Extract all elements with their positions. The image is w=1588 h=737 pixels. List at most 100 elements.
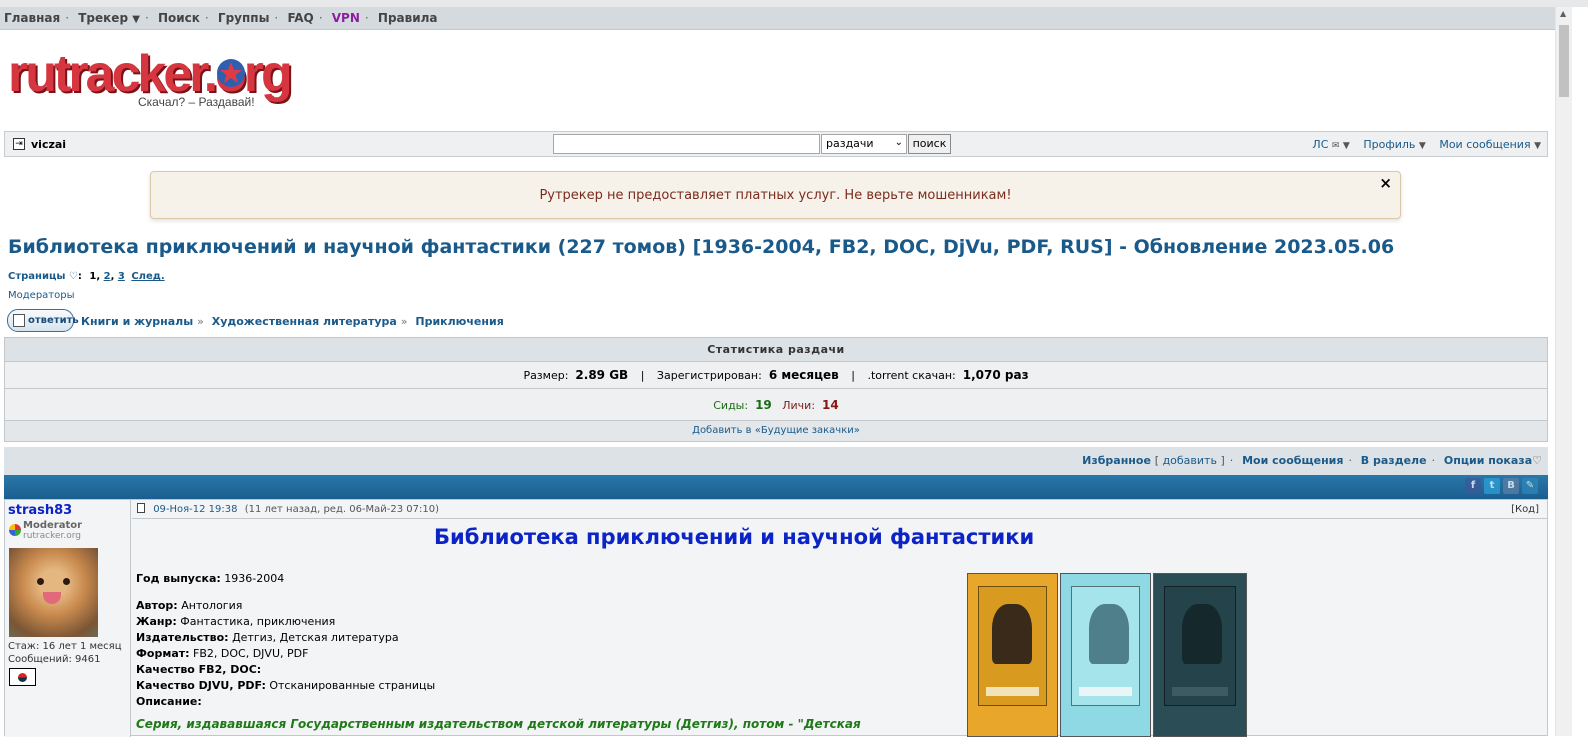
registered-value: 6 месяцев	[768, 368, 839, 382]
vk-icon[interactable]: В	[1503, 478, 1519, 494]
post-title: Библиотека приключений и научной фантаст…	[434, 525, 1035, 549]
post-edited: (11 лет назад, ред. 06-Май-23 07:10)	[244, 504, 440, 515]
logo-star-icon	[217, 59, 245, 87]
page-link-3[interactable]: 3	[118, 271, 125, 282]
caret-down-icon: ▼	[1342, 141, 1350, 151]
book-cover-1	[967, 573, 1058, 737]
topic-title[interactable]: Библиотека приключений и научной фантаст…	[8, 236, 1394, 258]
poster-rank-site: rutracker.org	[23, 531, 82, 541]
poster-stats: Стаж: 16 лет 1 месяц Сообщений: 9461	[8, 640, 122, 666]
stats-add-row: Добавить в «Будущие закачки»	[5, 421, 1547, 441]
scam-warning-alert: Рутрекер не предоставляет платных услуг.…	[150, 171, 1401, 219]
search-button[interactable]: поиск	[908, 134, 951, 154]
favorites-link[interactable]: Избранное	[1082, 454, 1151, 467]
country-flag-icon	[9, 668, 36, 686]
year-value: 1936-2004	[224, 572, 285, 585]
caret-down-icon: ▼	[132, 14, 140, 25]
breadcrumb-adventures[interactable]: Приключения	[415, 315, 503, 328]
nav-rules[interactable]: Правила	[378, 11, 438, 25]
livejournal-icon[interactable]: ✎	[1522, 478, 1538, 494]
heart-icon[interactable]: ♡	[69, 271, 78, 282]
twitter-icon[interactable]: t	[1484, 478, 1500, 494]
rank-icon	[9, 524, 21, 536]
search-scope-select[interactable]: раздачи ⌄	[821, 134, 907, 154]
seeds-value: 19	[755, 398, 772, 412]
book-cover-3	[1153, 573, 1247, 737]
stats-peers-row: Сиды: 19 Личи: 14	[5, 389, 1547, 421]
my-posts-topic-link[interactable]: Мои сообщения	[1242, 454, 1343, 467]
in-section-link[interactable]: В разделе	[1361, 454, 1427, 467]
pages-label: Страницы	[8, 271, 66, 282]
top-navigation: Главная · Трекер ▼ · Поиск · Группы · FAQ · V…	[0, 7, 1560, 30]
add-favorite-link[interactable]: добавить	[1163, 454, 1217, 467]
book-covers-image	[967, 573, 1249, 737]
code-link[interactable]: [Код]	[1511, 500, 1539, 519]
close-icon[interactable]: ×	[1379, 172, 1392, 194]
release-fields: Год выпуска: 1936-2004 Автор: Антология …	[136, 572, 436, 708]
username[interactable]: viczai	[31, 138, 66, 151]
author-value: Антология	[181, 599, 243, 612]
description-text: Серия, издававшаяся Государственным изда…	[136, 717, 861, 731]
publisher-value: Детгиз, Детская литература	[232, 631, 399, 644]
post-header-band: f t В ✎	[4, 475, 1548, 499]
poster-tenure: Стаж: 16 лет 1 месяц	[8, 641, 122, 652]
post-icon	[137, 503, 145, 513]
poster-username[interactable]: strash83	[8, 503, 72, 518]
chevron-down-icon: ⌄	[894, 137, 903, 148]
leech-value: 14	[822, 398, 839, 412]
envelope-icon: ✉	[1331, 141, 1340, 151]
nav-faq[interactable]: FAQ	[287, 11, 313, 25]
next-page-link[interactable]: След.	[131, 271, 164, 282]
user-menu: ЛС ✉ ▼ Профиль ▼ Мои сообщения ▼	[1302, 138, 1541, 151]
post-meta-line: 09-Ноя-12 19:38 (11 лет назад, ред. 06-М…	[132, 500, 1547, 519]
page-link-2[interactable]: 2	[104, 271, 111, 282]
pagination: Страницы ♡: 1, 2, 3 След.	[8, 271, 165, 282]
nav-groups[interactable]: Группы	[218, 11, 270, 25]
topic-post: strash83 Moderator rutracker.org Стаж: 1…	[4, 499, 1548, 737]
moderators-link[interactable]: Модераторы	[8, 290, 74, 301]
breadcrumb-books[interactable]: Книги и журналы	[81, 315, 193, 328]
poster-info: strash83 Moderator rutracker.org Стаж: 1…	[5, 500, 131, 737]
torrent-stats: Статистика раздачи Размер: 2.89 GB | Зар…	[4, 337, 1548, 442]
display-options-link[interactable]: Опции показа♡	[1444, 454, 1542, 467]
caret-down-icon: ▼	[1418, 141, 1426, 151]
scroll-up-arrow-icon[interactable]: ▲	[1560, 9, 1566, 18]
nav-home[interactable]: Главная	[4, 11, 60, 25]
pm-link[interactable]: ЛС ✉ ▼	[1312, 138, 1349, 151]
downloaded-value: 1,070 раз	[962, 368, 1029, 382]
my-posts-link[interactable]: Мои сообщения ▼	[1439, 138, 1541, 151]
avatar	[9, 548, 98, 637]
size-value: 2.89 GB	[575, 368, 629, 382]
reply-button[interactable]: ответить	[7, 309, 79, 332]
description-label: Описание:	[136, 695, 202, 708]
current-page: 1	[89, 271, 97, 282]
caret-down-icon: ▼	[1534, 141, 1541, 151]
nav-tracker[interactable]: Трекер ▼	[78, 11, 140, 25]
book-cover-2	[1060, 573, 1151, 737]
genre-value: Фантастика, приключения	[180, 615, 336, 628]
post-body: 09-Ноя-12 19:38 (11 лет назад, ред. 06-М…	[132, 500, 1547, 737]
profile-link[interactable]: Профиль ▼	[1363, 138, 1425, 151]
stats-title: Статистика раздачи	[5, 338, 1547, 362]
search-input[interactable]	[553, 134, 820, 154]
nav-vpn[interactable]: VPN	[332, 11, 360, 25]
post-date-link[interactable]: 09-Ноя-12 19:38	[153, 504, 237, 515]
nav-search[interactable]: Поиск	[158, 11, 200, 25]
heart-icon: ♡	[1532, 454, 1542, 467]
logout-icon[interactable]: ⇥	[13, 138, 25, 150]
topic-actions-bar: Избранное [ добавить ] · Мои сообщения · В…	[4, 447, 1548, 475]
logo-tagline: Скачал? – Раздавай!	[138, 95, 255, 109]
poster-rank: Moderator	[23, 520, 83, 531]
breadcrumb: Книги и журналы» Художественная литерату…	[81, 315, 504, 328]
site-logo[interactable]: rutracker.org Скачал? – Раздавай!	[8, 44, 298, 114]
user-bar: ⇥ viczai раздачи ⌄ поиск ЛС ✉ ▼ Профиль …	[4, 131, 1548, 157]
format-value: FB2, DOC, DJVU, PDF	[193, 647, 309, 660]
add-future-downloads-link[interactable]: Добавить в «Будущие закачки»	[692, 425, 860, 436]
top-strip	[0, 0, 1588, 7]
reply-icon	[13, 314, 25, 327]
quality-djvu-value: Отсканированные страницы	[269, 679, 436, 692]
scroll-thumb[interactable]	[1559, 25, 1569, 97]
facebook-icon[interactable]: f	[1465, 478, 1481, 494]
page-scrollbar[interactable]: ▲	[1555, 7, 1572, 736]
breadcrumb-fiction[interactable]: Художественная литература	[212, 315, 397, 328]
